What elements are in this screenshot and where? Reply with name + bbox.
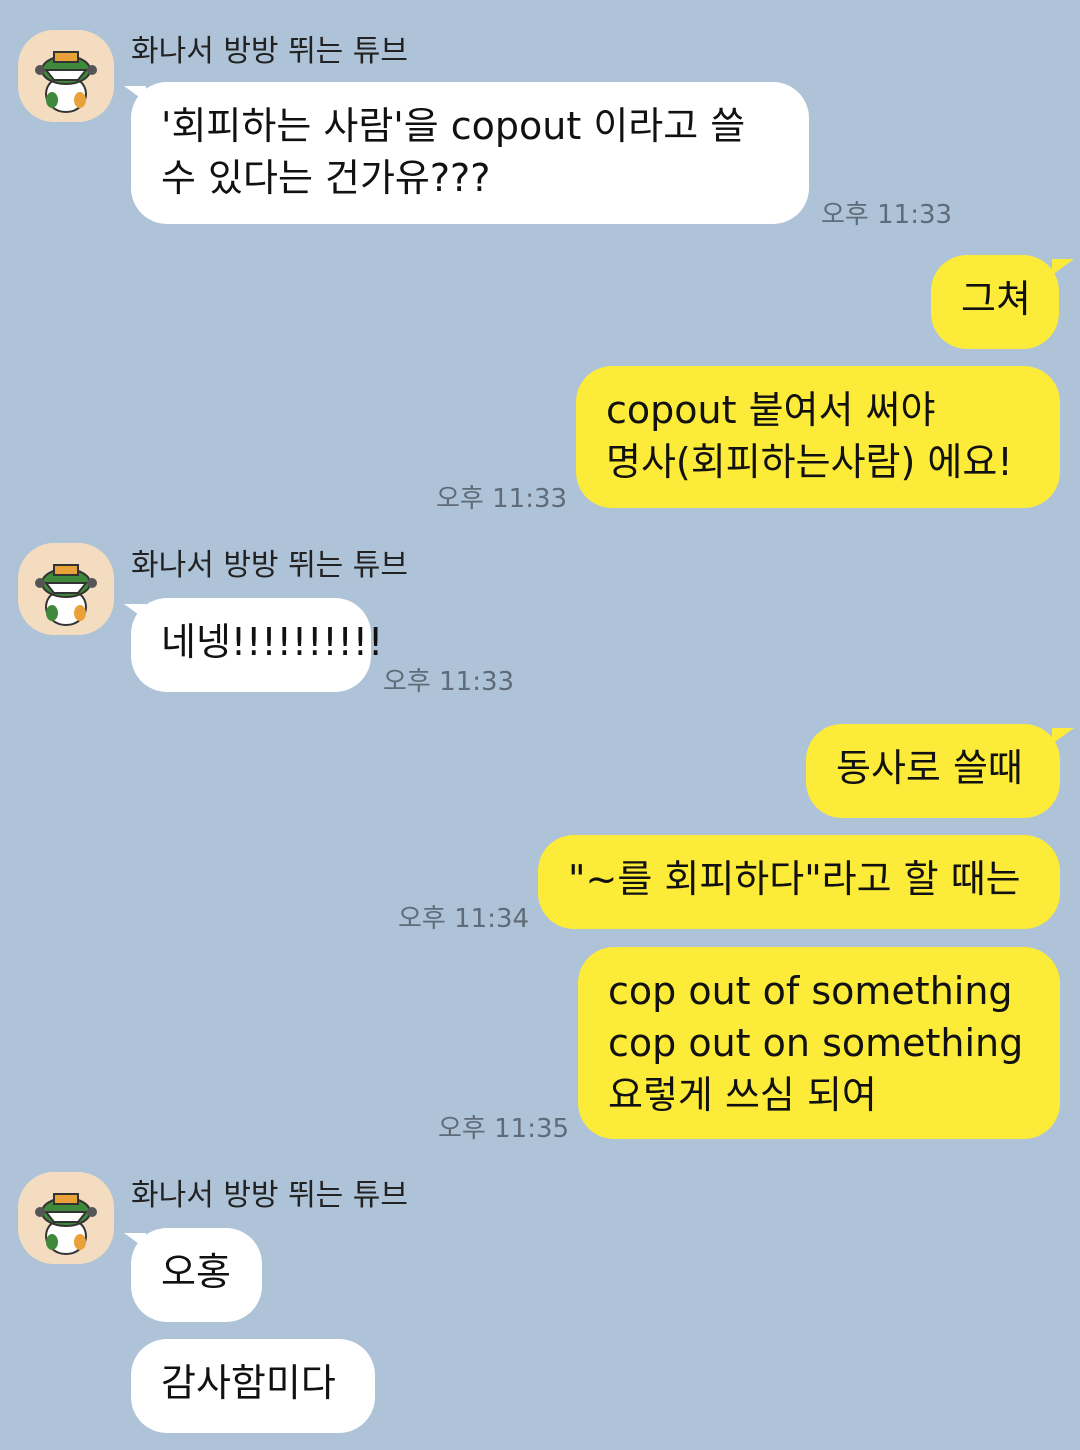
message-text: 동사로 쓸때 (836, 746, 1023, 790)
message-text: 감사함미다 (161, 1361, 336, 1405)
message-bubble[interactable]: 그쳐 (931, 255, 1059, 349)
message-bubble[interactable]: 동사로 쓸때 (806, 724, 1060, 818)
message-text: cop out of something (608, 969, 1013, 1013)
message-text: 명사(회피하는사람) 에요! (606, 440, 1013, 484)
bubble-tail (1052, 728, 1074, 744)
message-bubble[interactable]: "~를 회피하다"라고 할 때는 (538, 835, 1060, 929)
message-bubble[interactable]: '회피하는 사람'을 copout 이라고 쓸 수 있다는 건가유??? (131, 82, 809, 224)
message-time: 오후 11:35 (438, 1114, 570, 1144)
message-time: 오후 11:33 (436, 484, 568, 514)
sender-name: 화나서 방방 뛰는 튜브 (131, 34, 409, 69)
angry-duck-avatar-icon (18, 543, 114, 635)
avatar[interactable] (18, 30, 114, 122)
message-text: 네넹!!!!!!!!!! (161, 620, 384, 664)
sender-name: 화나서 방방 뛰는 튜브 (131, 1178, 409, 1213)
message-text: "~를 회피하다"라고 할 때는 (568, 857, 1021, 901)
message-bubble[interactable]: 감사함미다 (131, 1339, 375, 1433)
sender-name: 화나서 방방 뛰는 튜브 (131, 548, 409, 583)
avatar[interactable] (18, 1172, 114, 1264)
message-time: 오후 11:33 (821, 200, 953, 230)
message-text: 요렇게 쓰심 되여 (608, 1073, 877, 1117)
message-bubble[interactable]: 네넹!!!!!!!!!! (131, 598, 384, 692)
avatar[interactable] (18, 543, 114, 635)
angry-duck-avatar-icon (18, 1172, 114, 1264)
message-text: 오홍 (161, 1250, 231, 1294)
message-text: copout 붙여서 써야 (606, 388, 936, 432)
message-time: 오후 11:33 (383, 667, 515, 697)
angry-duck-avatar-icon (18, 30, 114, 122)
message-text: cop out on something (608, 1021, 1024, 1065)
message-text: 수 있다는 건가유??? (161, 156, 491, 200)
message-bubble[interactable]: cop out of something cop out on somethin… (578, 947, 1060, 1139)
message-time: 오후 11:34 (398, 904, 530, 934)
message-text: 그쳐 (961, 277, 1031, 321)
message-bubble[interactable]: copout 붙여서 써야 명사(회피하는사람) 에요! (576, 366, 1060, 508)
message-text: '회피하는 사람'을 copout 이라고 쓸 (161, 104, 746, 148)
message-bubble[interactable]: 오홍 (131, 1228, 262, 1322)
bubble-tail (1052, 259, 1074, 275)
